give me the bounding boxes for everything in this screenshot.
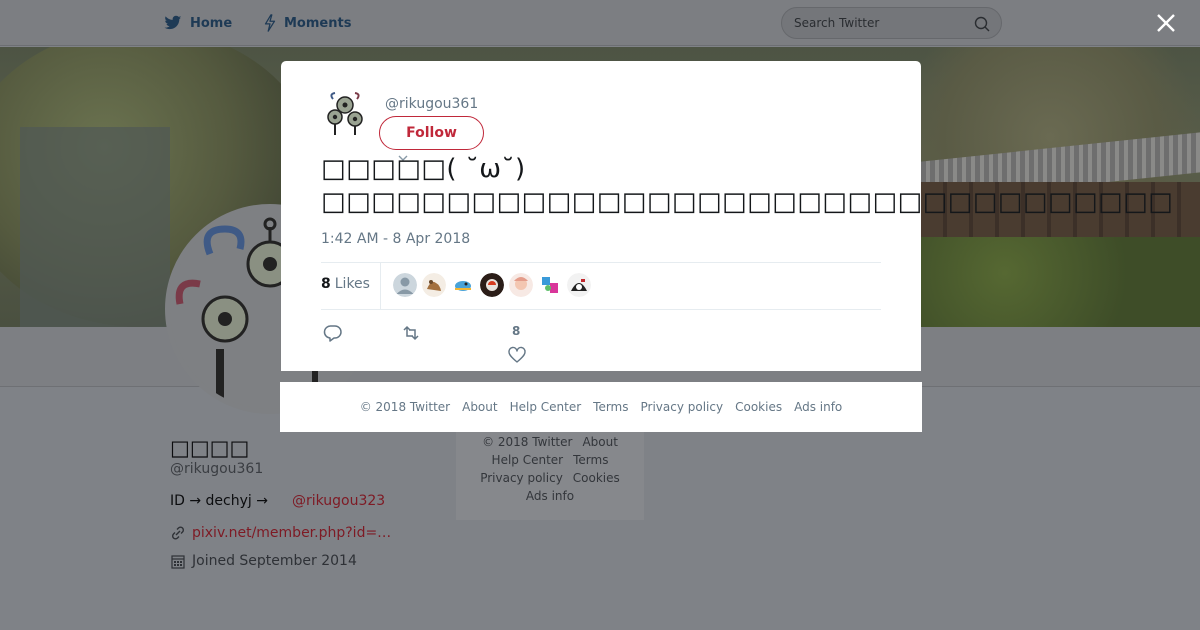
link-icon — [171, 526, 185, 540]
like-action-count: 8 — [512, 324, 521, 338]
liker-avatar[interactable] — [451, 273, 475, 297]
footer-link-cookies[interactable]: Cookies — [735, 400, 782, 414]
footer-link-ads-info[interactable]: Ads info — [794, 400, 842, 414]
profile-bio-mention-link[interactable]: @rikugou323 — [292, 493, 385, 509]
top-navigation-bar: Home Moments Search Twitter — [0, 0, 1200, 46]
profile-joined-date: Joined September 2014 — [192, 553, 357, 569]
calendar-icon — [171, 555, 185, 569]
footer-link-about[interactable]: About — [582, 435, 617, 449]
footer-link-ads-info[interactable]: Ads info — [526, 489, 574, 503]
search-placeholder: Search Twitter — [794, 16, 880, 30]
modal-footer: © 2018 Twitter About Help Center Terms P… — [280, 382, 922, 432]
nav-moments-label: Moments — [284, 15, 352, 31]
footer-link-cookies[interactable]: Cookies — [573, 471, 620, 485]
footer-link-terms[interactable]: Terms — [573, 453, 608, 467]
nav-moments[interactable]: Moments — [263, 13, 351, 33]
sidebar-footer: © 2018 Twitter About Help Center Terms Pri… — [456, 432, 644, 520]
tweet-author-avatar[interactable] — [321, 91, 369, 139]
nav-home[interactable]: Home — [163, 13, 232, 33]
tweet-author-handle[interactable]: @rikugou361 — [385, 96, 478, 112]
footer-copyright: © 2018 Twitter — [482, 435, 573, 449]
tweet-modal: @rikugou361 Follow □□□□□( ˘ω˘) □□□□□□□□□… — [281, 61, 1174, 371]
search-input[interactable]: Search Twitter — [781, 7, 1002, 39]
nav-home-label: Home — [190, 15, 233, 31]
heart-icon[interactable] — [508, 346, 526, 364]
banner-building — [20, 127, 170, 327]
follow-button[interactable]: Follow — [379, 116, 484, 150]
profile-website: pixiv.net/member.php?id=… — [170, 525, 391, 541]
liker-avatar[interactable] — [422, 273, 446, 297]
profile-handle: @rikugou361 — [170, 461, 264, 477]
footer-copyright: © 2018 Twitter — [359, 400, 451, 414]
profile-joined: Joined September 2014 — [170, 553, 357, 569]
twitter-bird-icon — [164, 15, 182, 30]
likes-count: 8 — [321, 276, 331, 292]
profile-bio-text: ID → dechyj → — [170, 493, 268, 509]
search-icon[interactable] — [974, 16, 990, 32]
liker-avatar[interactable] — [538, 273, 562, 297]
reply-icon[interactable] — [323, 323, 343, 343]
footer-link-help-center[interactable]: Help Center — [492, 453, 564, 467]
liker-avatars — [393, 273, 591, 297]
divider — [321, 309, 881, 310]
liker-avatar[interactable] — [567, 273, 591, 297]
close-icon[interactable] — [1155, 12, 1177, 34]
profile-website-link[interactable]: pixiv.net/member.php?id=… — [192, 525, 391, 541]
tweet-timestamp[interactable]: 1:42 AM - 8 Apr 2018 — [321, 231, 470, 247]
liker-avatar[interactable] — [480, 273, 504, 297]
footer-link-privacy[interactable]: Privacy policy — [480, 471, 563, 485]
profile-bio: ID → dechyj → @rikugou323 — [170, 493, 385, 509]
footer-link-terms[interactable]: Terms — [593, 400, 628, 414]
profile-name: □□□□ — [170, 436, 250, 460]
footer-link-privacy[interactable]: Privacy policy — [641, 400, 724, 414]
footer-link-about[interactable]: About — [462, 400, 497, 414]
liker-avatar[interactable] — [393, 273, 417, 297]
retweet-icon[interactable] — [401, 323, 421, 343]
tweet-text: □□□□□( ˘ω˘) □□□□□□□□□□□□□□□□□□□□□□□□□□□□… — [321, 154, 1174, 217]
likes-stat[interactable]: 8 Likes — [321, 276, 370, 292]
liker-avatar[interactable] — [509, 273, 533, 297]
tweet-actions: 8 — [321, 319, 621, 365]
divider — [380, 263, 381, 309]
footer-link-help-center[interactable]: Help Center — [510, 400, 582, 414]
divider — [321, 262, 881, 263]
lightning-icon — [264, 14, 276, 32]
banner-hedge — [921, 237, 1200, 327]
likes-label: Likes — [334, 276, 370, 292]
